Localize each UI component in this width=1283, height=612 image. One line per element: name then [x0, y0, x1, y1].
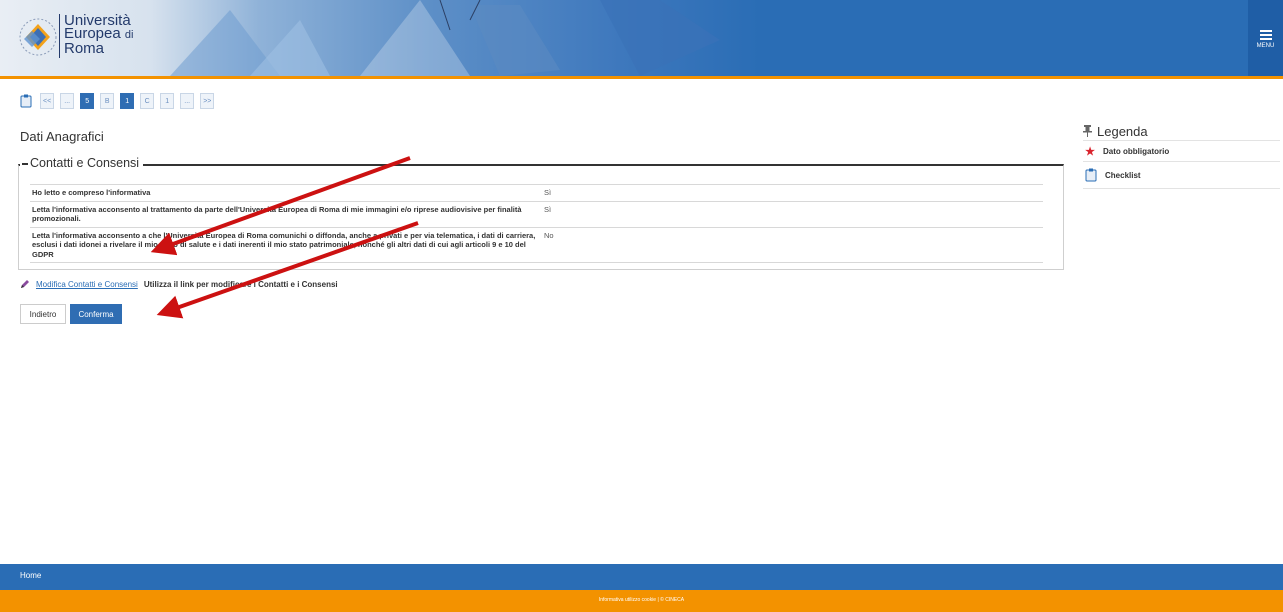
step-ellipsis-left: ... — [60, 93, 75, 109]
menu-label: MENU — [1256, 42, 1275, 49]
step-5[interactable]: 5 — [80, 93, 95, 109]
confirm-button[interactable]: Conferma — [70, 304, 122, 324]
hamburger-icon — [1259, 28, 1272, 42]
edit-consents-note: Utilizza il link per modificare i Contat… — [143, 279, 338, 289]
table-row: Letta l'informativa acconsento al tratta… — [30, 200, 1043, 228]
edit-consents-row: Modifica Contatti e Consensi Utilizza il… — [20, 279, 338, 289]
footer-home-link[interactable]: Home — [20, 571, 41, 580]
consent-answer: No — [542, 226, 1043, 263]
step-navigation: << ... 5 B 1 C 1 ... >> — [20, 92, 215, 110]
footer-cookie-text[interactable]: Informativa utilizzo cookie | © CINECA — [0, 597, 1283, 603]
footer-info-bar: Informativa utilizzo cookie | © CINECA — [0, 590, 1283, 612]
consent-answer: Sì — [542, 184, 1043, 202]
legend-item-checklist: Checklist — [1083, 161, 1280, 189]
section-legend: Contatti e Consensi — [20, 156, 144, 170]
logo-line-2b: di — [124, 29, 134, 41]
section-legend-text: Contatti e Consensi — [30, 156, 140, 170]
step-current[interactable]: 1 — [120, 93, 135, 109]
edit-consents-link[interactable]: Modifica Contatti e Consensi — [36, 280, 138, 289]
logo-text: Università Europea di Roma — [64, 13, 134, 57]
consent-question: Letta l'informativa acconsento a che l'U… — [30, 226, 542, 263]
consent-question: Letta l'informativa acconsento al tratta… — [30, 200, 542, 228]
clipboard-icon[interactable] — [20, 94, 32, 108]
consents-table: Ho letto e compreso l'informativa Sì Let… — [30, 184, 1043, 263]
table-row: Ho letto e compreso l'informativa Sì — [30, 184, 1043, 202]
legend-item-required: ★ Dato obbligatorio — [1083, 140, 1280, 161]
step-last[interactable]: >> — [200, 93, 215, 109]
logo-divider — [59, 14, 60, 58]
legend-item-label: Checklist — [1105, 170, 1141, 180]
checklist-icon — [1085, 168, 1097, 182]
pencil-icon — [21, 280, 29, 288]
back-button[interactable]: Indietro — [20, 304, 66, 324]
consent-answer: Sì — [542, 200, 1043, 228]
header-orange-rule — [0, 76, 1283, 79]
legend-panel: Legenda ★ Dato obbligatorio Checklist — [1083, 122, 1280, 189]
footer-nav: Home — [0, 564, 1283, 590]
logo-line-3: Roma — [64, 40, 105, 57]
legend-panel-title: Legenda — [1083, 122, 1280, 140]
pin-icon — [1083, 125, 1092, 137]
header: Università Europea di Roma MENU — [0, 0, 1283, 76]
step-b[interactable]: B — [100, 93, 115, 109]
menu-button[interactable]: MENU — [1248, 0, 1283, 76]
consent-question: Ho letto e compreso l'informativa — [30, 184, 542, 202]
page-title: Dati Anagrafici — [20, 129, 104, 144]
step-c[interactable]: C — [140, 93, 155, 109]
star-icon: ★ — [1085, 145, 1095, 158]
legend-item-label: Dato obbligatorio — [1103, 146, 1170, 156]
step-next[interactable]: 1 — [160, 93, 175, 109]
step-ellipsis-right: ... — [180, 93, 195, 109]
logo-emblem-icon — [19, 18, 57, 56]
table-row: Letta l'informativa acconsento a che l'U… — [30, 226, 1043, 263]
university-logo[interactable]: Università Europea di Roma — [14, 8, 162, 68]
step-first[interactable]: << — [40, 93, 55, 109]
legend-title-text: Legenda — [1097, 123, 1148, 139]
